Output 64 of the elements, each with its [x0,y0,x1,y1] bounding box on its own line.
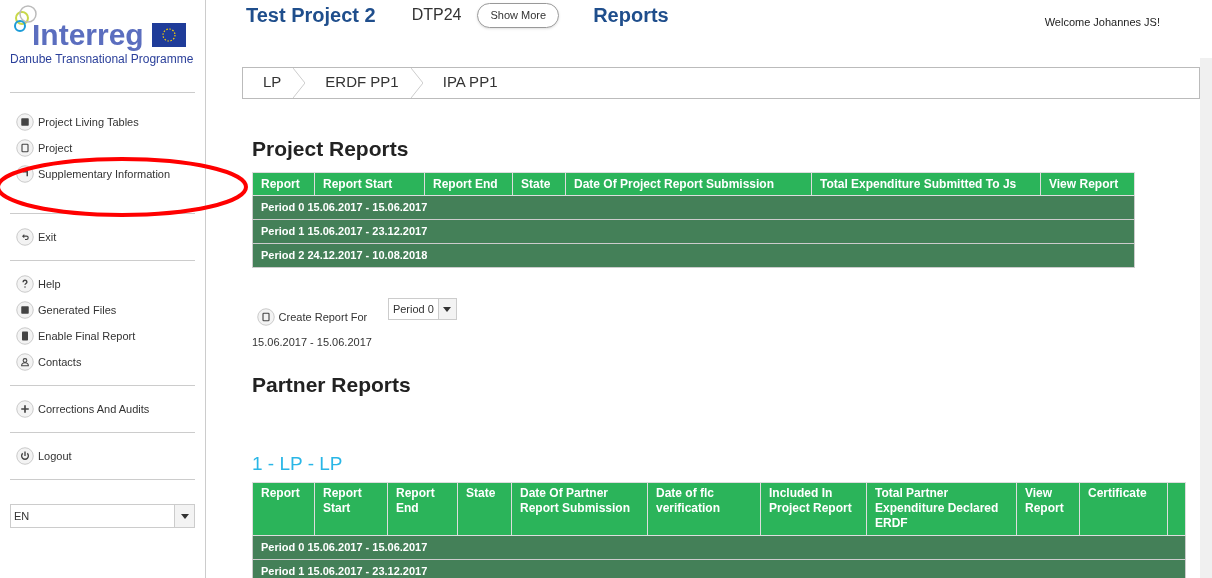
period-row[interactable]: Period 0 15.06.2017 - 15.06.2017 [252,535,1186,559]
sidebar-item[interactable]: Generated Files [10,301,195,319]
column-header: State [457,482,512,535]
column-header: Date of flc verification [647,482,761,535]
period-row[interactable]: Period 1 15.06.2017 - 23.12.2017 [252,219,1135,244]
create-report-link[interactable]: Create Report For [256,308,368,326]
column-header: Report Start [314,482,388,535]
section-title: Project Reports [252,135,410,162]
column-header: Report [252,172,315,196]
chevron-icon [410,67,423,98]
welcome-text: Welcome Johannes JS! [1044,15,1160,30]
round-icon [16,301,34,319]
column-header: State [512,172,566,196]
partner-heading: 1 - LP - LP [252,452,344,476]
caret-icon [180,513,189,519]
sidebar-item[interactable]: Logout [10,447,195,465]
breadcrumb-item[interactable]: IPA PP1 [422,67,498,98]
sidebar-item[interactable]: Contacts [10,353,195,371]
round-icon [16,165,34,183]
round-icon [16,447,34,465]
sidebar-item[interactable]: Corrections And Audits [10,400,195,418]
date-range: 15.06.2017 - 15.06.2017 [252,335,372,350]
column-header: Report End [424,172,513,196]
column-header: Report Start [314,172,425,196]
sidebar-item[interactable]: Supplementary Information [10,165,195,183]
project-title: Test Project 2 [246,3,376,29]
round-icon [16,228,34,246]
column-header: Certificate [1079,482,1168,535]
column-header: Total Expenditure Submitted To Js [811,172,1041,196]
project-code: DTP24 [411,5,462,26]
logo-subtitle: Danube Transnational Programme [10,52,195,66]
column-header: Report [252,482,315,535]
column-header: Included In Project Report [760,482,867,535]
column-header: Date Of Project Report Submission [565,172,812,196]
round-icon [256,308,275,326]
column-header: Total Partner Expenditure Declared ERDF [866,482,1017,535]
breadcrumb-item[interactable]: LP [243,67,306,98]
round-icon [16,139,34,157]
sidebar-item[interactable]: Project [10,139,195,157]
column-header: View Report [1040,172,1135,196]
round-icon [16,353,34,371]
section-title: Partner Reports [252,371,412,398]
column-header: View Report [1016,482,1080,535]
column-header: Report End [387,482,458,535]
round-icon [16,327,34,345]
page-title: Reports [593,3,669,29]
scrollbar[interactable] [1200,58,1212,578]
sidebar-item[interactable]: Help [10,275,195,293]
flag-icon [151,23,186,47]
language-select[interactable]: EN [10,504,195,528]
caret-icon [443,306,452,312]
round-icon [16,113,34,131]
round-icon [16,400,34,418]
sidebar-item[interactable]: Enable Final Report [10,327,195,345]
period-select[interactable]: Period 0 [387,298,457,320]
sidebar-item[interactable]: Exit [10,228,195,246]
period-row[interactable]: Period 0 15.06.2017 - 15.06.2017 [252,195,1135,220]
column-header: Date Of Partner Report Submission [511,482,648,535]
logo-wordmark: Interreg [32,18,144,52]
chevron-icon [293,67,306,98]
help-icon [16,275,34,293]
sidebar-item[interactable]: Project Living Tables [10,113,195,131]
period-row[interactable]: Period 2 24.12.2017 - 10.08.2018 [252,243,1135,268]
breadcrumb-item[interactable]: ERDF PP1 [305,67,423,98]
